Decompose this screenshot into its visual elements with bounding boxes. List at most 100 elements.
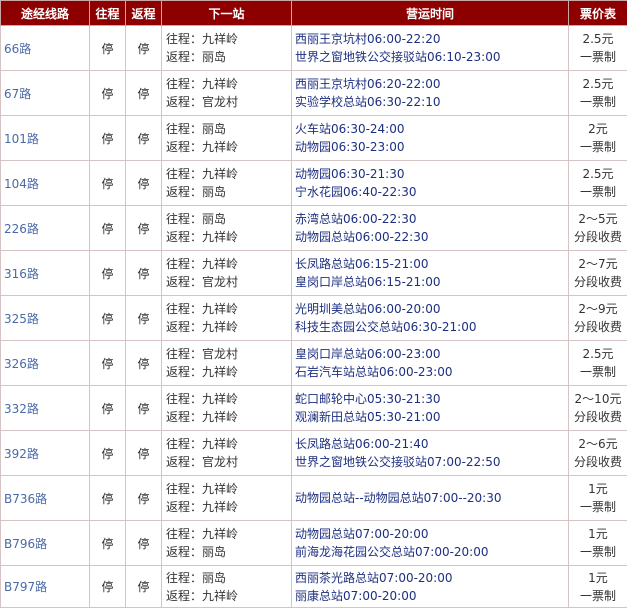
fare-amount: 1元 <box>569 525 627 543</box>
back-stop: 停 <box>126 431 162 476</box>
hours-line-1: 火车站06:30-24:00 <box>295 120 568 138</box>
next-stop-go: 往程：九祥岭 <box>166 75 291 93</box>
hours-line-1: 长凤路总站06:00-21:40 <box>295 435 568 453</box>
next-stop-back: 返程：九祥岭 <box>166 318 291 336</box>
back-stop: 停 <box>126 521 162 566</box>
header-route: 途经线路 <box>1 1 90 26</box>
next-stop-go: 往程：九祥岭 <box>166 435 291 453</box>
go-stop: 停 <box>90 521 126 566</box>
table-row: 392路停停往程：九祥岭返程：官龙村长凤路总站06:00-21:40世界之窗地铁… <box>1 431 627 476</box>
route-link[interactable]: 104路 <box>1 161 90 206</box>
route-link[interactable]: 392路 <box>1 431 90 476</box>
next-stop-go: 往程：九祥岭 <box>166 30 291 48</box>
hours-line-2: 石岩汽车站总站06:00-23:00 <box>295 363 568 381</box>
route-link[interactable]: B797路 <box>1 566 90 608</box>
go-stop: 停 <box>90 206 126 251</box>
fare-amount: 2～9元 <box>569 300 627 318</box>
next-stop-back: 返程：官龙村 <box>166 93 291 111</box>
hours-line-2: 动物园06:30-23:00 <box>295 138 568 156</box>
next-stop-cell: 往程：官龙村返程：九祥岭 <box>162 341 292 386</box>
table-row: 104路停停往程：九祥岭返程：丽岛动物园06:30-21:30宁水花园06:40… <box>1 161 627 206</box>
hours-line-2: 世界之窗地铁公交接驳站06:10-23:00 <box>295 48 568 66</box>
next-stop-back: 返程：九祥岭 <box>166 408 291 426</box>
route-link[interactable]: 101路 <box>1 116 90 161</box>
fare-cell: 2.5元一票制 <box>569 341 627 386</box>
table-row: B797路停停往程：丽岛返程：九祥岭西丽茶光路总站07:00-20:00丽康总站… <box>1 566 627 608</box>
hours-cell: 蛇口邮轮中心05:30-21:30观澜新田总站05:30-21:00 <box>292 386 569 431</box>
hours-line-2: 实验学校总站06:30-22:10 <box>295 93 568 111</box>
next-stop-go: 往程：九祥岭 <box>166 480 291 498</box>
go-stop: 停 <box>90 161 126 206</box>
hours-cell: 西丽茶光路总站07:00-20:00丽康总站07:00-20:00 <box>292 566 569 608</box>
route-link[interactable]: B796路 <box>1 521 90 566</box>
hours-line-2: 科技生态园公交总站06:30-21:00 <box>295 318 568 336</box>
fare-amount: 2.5元 <box>569 165 627 183</box>
go-stop: 停 <box>90 71 126 116</box>
go-stop: 停 <box>90 386 126 431</box>
next-stop-cell: 往程：九祥岭返程：丽岛 <box>162 26 292 71</box>
route-link[interactable]: 226路 <box>1 206 90 251</box>
next-stop-cell: 往程：九祥岭返程：丽岛 <box>162 161 292 206</box>
go-stop: 停 <box>90 116 126 161</box>
hours-cell: 西丽王京坑村06:20-22:00实验学校总站06:30-22:10 <box>292 71 569 116</box>
next-stop-go: 往程：官龙村 <box>166 345 291 363</box>
fare-type: 分段收费 <box>569 228 627 246</box>
header-row: 途经线路 往程 返程 下一站 营运时间 票价表 <box>1 1 627 26</box>
route-link[interactable]: 332路 <box>1 386 90 431</box>
fare-type: 一票制 <box>569 587 627 605</box>
next-stop-back: 返程：九祥岭 <box>166 228 291 246</box>
route-link[interactable]: 66路 <box>1 26 90 71</box>
fare-amount: 2～10元 <box>569 390 627 408</box>
table-row: 316路停停往程：九祥岭返程：官龙村长凤路总站06:15-21:00皇岗口岸总站… <box>1 251 627 296</box>
next-stop-cell: 往程：丽岛返程：九祥岭 <box>162 566 292 608</box>
table-row: 101路停停往程：丽岛返程：九祥岭火车站06:30-24:00动物园06:30-… <box>1 116 627 161</box>
back-stop: 停 <box>126 161 162 206</box>
header-next-stop: 下一站 <box>162 1 292 26</box>
fare-cell: 2～7元分段收费 <box>569 251 627 296</box>
fare-cell: 2～10元分段收费 <box>569 386 627 431</box>
hours-cell: 动物园总站07:00-20:00前海龙海花园公交总站07:00-20:00 <box>292 521 569 566</box>
hours-line-1: 光明圳美总站06:00-20:00 <box>295 300 568 318</box>
hours-line-2: 宁水花园06:40-22:30 <box>295 183 568 201</box>
header-go: 往程 <box>90 1 126 26</box>
next-stop-cell: 往程：九祥岭返程：九祥岭 <box>162 386 292 431</box>
next-stop-cell: 往程：九祥岭返程：丽岛 <box>162 521 292 566</box>
table-row: 326路停停往程：官龙村返程：九祥岭皇岗口岸总站06:00-23:00石岩汽车站… <box>1 341 627 386</box>
hours-line-1: 西丽王京坑村06:00-22:20 <box>295 30 568 48</box>
hours-line-1: 皇岗口岸总站06:00-23:00 <box>295 345 568 363</box>
fare-type: 一票制 <box>569 93 627 111</box>
fare-type: 一票制 <box>569 363 627 381</box>
fare-amount: 1元 <box>569 569 627 587</box>
next-stop-go: 往程：九祥岭 <box>166 525 291 543</box>
fare-amount: 2～6元 <box>569 435 627 453</box>
hours-cell: 西丽王京坑村06:00-22:20世界之窗地铁公交接驳站06:10-23:00 <box>292 26 569 71</box>
table-row: B736路停停往程：九祥岭返程：九祥岭动物园总站--动物园总站07:00--20… <box>1 476 627 521</box>
go-stop: 停 <box>90 251 126 296</box>
hours-line-1: 西丽王京坑村06:20-22:00 <box>295 75 568 93</box>
route-link[interactable]: 67路 <box>1 71 90 116</box>
next-stop-back: 返程：官龙村 <box>166 453 291 471</box>
hours-cell: 动物园06:30-21:30宁水花园06:40-22:30 <box>292 161 569 206</box>
next-stop-cell: 往程：九祥岭返程：九祥岭 <box>162 476 292 521</box>
go-stop: 停 <box>90 566 126 608</box>
route-link[interactable]: 326路 <box>1 341 90 386</box>
back-stop: 停 <box>126 341 162 386</box>
hours-line-1: 动物园总站--动物园总站07:00--20:30 <box>295 489 568 507</box>
fare-cell: 1元一票制 <box>569 476 627 521</box>
route-link[interactable]: 316路 <box>1 251 90 296</box>
fare-amount: 2～7元 <box>569 255 627 273</box>
hours-cell: 长凤路总站06:00-21:40世界之窗地铁公交接驳站07:00-22:50 <box>292 431 569 476</box>
fare-type: 一票制 <box>569 183 627 201</box>
fare-type: 分段收费 <box>569 318 627 336</box>
header-hours: 营运时间 <box>292 1 569 26</box>
fare-amount: 2.5元 <box>569 75 627 93</box>
go-stop: 停 <box>90 341 126 386</box>
header-fare: 票价表 <box>569 1 627 26</box>
table-row: B796路停停往程：九祥岭返程：丽岛动物园总站07:00-20:00前海龙海花园… <box>1 521 627 566</box>
hours-line-2: 皇岗口岸总站06:15-21:00 <box>295 273 568 291</box>
fare-type: 一票制 <box>569 138 627 156</box>
route-link[interactable]: 325路 <box>1 296 90 341</box>
next-stop-go: 往程：九祥岭 <box>166 165 291 183</box>
route-link[interactable]: B736路 <box>1 476 90 521</box>
table-body: 66路停停往程：九祥岭返程：丽岛西丽王京坑村06:00-22:20世界之窗地铁公… <box>1 26 627 608</box>
